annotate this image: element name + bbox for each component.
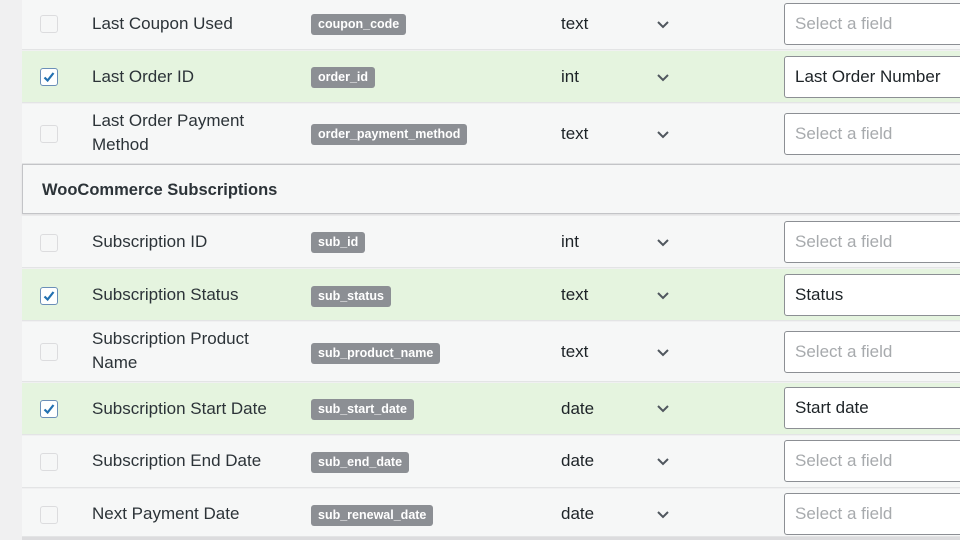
- field-type: text: [561, 285, 589, 304]
- row-checkbox[interactable]: [40, 343, 58, 361]
- table-row: Last Order ID order_id int Last Order Nu…: [22, 51, 960, 103]
- mapped-field-select[interactable]: Last Order Number: [784, 56, 960, 98]
- chevron-down-icon[interactable]: [656, 404, 670, 414]
- mapped-field-select[interactable]: Status: [784, 274, 960, 316]
- table-row: Subscription ID sub_id int Select a fiel…: [22, 216, 960, 268]
- table-row: Next Payment Date sub_renewal_date date …: [22, 489, 960, 537]
- row-checkbox[interactable]: [40, 287, 58, 305]
- field-label: Subscription End Date: [92, 451, 262, 470]
- chevron-down-icon[interactable]: [656, 348, 670, 358]
- row-checkbox[interactable]: [40, 125, 58, 143]
- field-key-badge: order_payment_method: [311, 124, 468, 145]
- section-title: WooCommerce Subscriptions: [42, 181, 278, 199]
- field-key-badge: sub_renewal_date: [311, 505, 434, 526]
- checkmark-icon: [43, 291, 55, 302]
- mapped-field-select[interactable]: Select a field: [784, 113, 960, 155]
- field-key-badge: sub_end_date: [311, 452, 410, 473]
- row-checkbox[interactable]: [40, 68, 58, 86]
- field-key-badge: sub_start_date: [311, 399, 414, 420]
- field-label: Subscription ID: [92, 232, 208, 251]
- field-key-badge: sub_status: [311, 286, 391, 307]
- table-row: Subscription End Date sub_end_date date …: [22, 436, 960, 488]
- mapped-field-select[interactable]: Select a field: [784, 493, 960, 535]
- field-key-badge: sub_product_name: [311, 343, 441, 364]
- field-type: date: [561, 504, 595, 523]
- chevron-down-icon[interactable]: [656, 20, 670, 30]
- section-header: WooCommerce Subscriptions: [22, 164, 960, 214]
- row-checkbox[interactable]: [40, 15, 58, 33]
- table-row: Subscription Status sub_status text Stat…: [22, 269, 960, 321]
- field-label: Next Payment Date: [92, 504, 240, 523]
- field-key-badge: order_id: [311, 67, 376, 88]
- field-type: date: [561, 399, 595, 418]
- table-row: Last Coupon Used coupon_code text Select…: [22, 0, 960, 50]
- chevron-down-icon[interactable]: [656, 73, 670, 83]
- mapped-field-select[interactable]: Select a field: [784, 221, 960, 263]
- row-checkbox[interactable]: [40, 234, 58, 252]
- field-label: Last Order ID: [92, 67, 195, 86]
- table-row: Last Order Payment Method order_payment_…: [22, 104, 960, 164]
- field-type: text: [561, 14, 589, 33]
- row-checkbox[interactable]: [40, 453, 58, 471]
- field-type: text: [561, 124, 589, 143]
- mapped-field-select[interactable]: Select a field: [784, 3, 960, 45]
- field-type: date: [561, 451, 595, 470]
- field-label: Subscription Status: [92, 285, 239, 304]
- row-checkbox[interactable]: [40, 506, 58, 524]
- chevron-down-icon[interactable]: [656, 291, 670, 301]
- table-row: Subscription Start Date sub_start_date d…: [22, 383, 960, 435]
- mapped-field-select[interactable]: Select a field: [784, 440, 960, 482]
- field-label: Last Order Payment Method: [92, 111, 245, 154]
- field-type: int: [561, 67, 579, 86]
- field-label: Subscription Product Name: [92, 329, 249, 372]
- chevron-down-icon[interactable]: [656, 457, 670, 467]
- chevron-down-icon[interactable]: [656, 130, 670, 140]
- field-label: Subscription Start Date: [92, 399, 267, 418]
- field-label: Last Coupon Used: [92, 14, 233, 33]
- field-key-badge: sub_id: [311, 232, 366, 253]
- checkmark-icon: [43, 72, 55, 83]
- field-type: text: [561, 342, 589, 361]
- chevron-down-icon[interactable]: [656, 510, 670, 520]
- table-row: Subscription Product Name sub_product_na…: [22, 322, 960, 382]
- field-key-badge: coupon_code: [311, 14, 407, 35]
- chevron-down-icon[interactable]: [656, 238, 670, 248]
- mapped-field-select[interactable]: Start date: [784, 387, 960, 429]
- field-type: int: [561, 232, 579, 251]
- mapped-field-select[interactable]: Select a field: [784, 331, 960, 373]
- row-checkbox[interactable]: [40, 400, 58, 418]
- checkmark-icon: [43, 404, 55, 415]
